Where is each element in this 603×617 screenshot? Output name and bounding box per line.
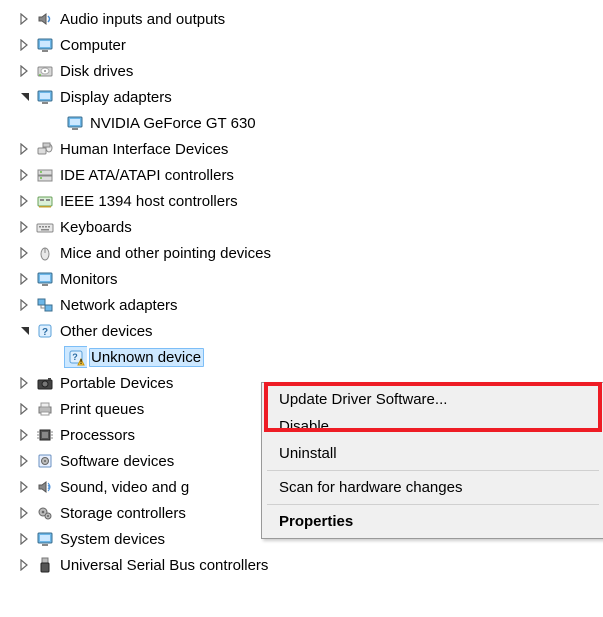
tree-label: NVIDIA GeForce GT 630 [88,114,259,133]
network-icon [34,295,56,315]
menu-separator [267,470,599,471]
menu-disable[interactable]: Disable [265,413,601,440]
display-adapter-icon [34,87,56,107]
mouse-icon [34,243,56,263]
menu-label: Scan for hardware changes [279,479,462,496]
processor-icon [34,425,56,445]
tree-label: IDE ATA/ATAPI controllers [58,166,237,185]
tree-label: Unknown device [89,348,204,367]
expand-icon[interactable] [18,38,32,52]
expand-icon[interactable] [18,298,32,312]
expand-icon[interactable] [18,402,32,416]
ide-icon [34,165,56,185]
tree-item-disk[interactable]: Disk drives [0,58,603,84]
context-menu[interactable]: Update Driver Software... Disable Uninst… [261,382,603,539]
tree-item-computer[interactable]: Computer [0,32,603,58]
tree-label: Monitors [58,270,121,289]
tree-item-nvidia[interactable]: NVIDIA GeForce GT 630 [0,110,603,136]
menu-separator [267,504,599,505]
tree-label: Mice and other pointing devices [58,244,274,263]
expand-icon[interactable] [18,12,32,26]
monitor-icon [34,269,56,289]
tree-item-keyboards[interactable]: Keyboards [0,214,603,240]
expand-icon[interactable] [18,480,32,494]
tree-label: Storage controllers [58,504,189,523]
printer-icon [34,399,56,419]
expand-icon[interactable] [18,220,32,234]
tree-label: Universal Serial Bus controllers [58,556,271,575]
menu-label: Disable [279,418,329,435]
tree-label: Keyboards [58,218,135,237]
expand-icon[interactable] [18,376,32,390]
usb-icon [34,555,56,575]
tree-label: Processors [58,426,138,445]
system-device-icon [34,529,56,549]
tree-label: IEEE 1394 host controllers [58,192,241,211]
menu-scan-hardware[interactable]: Scan for hardware changes [265,474,601,501]
hid-icon [34,139,56,159]
expand-icon[interactable] [18,64,32,78]
menu-uninstall[interactable]: Uninstall [265,440,601,467]
display-adapter-icon [64,113,86,133]
menu-label: Properties [279,513,353,530]
tree-label: Audio inputs and outputs [58,10,228,29]
tree-label: Portable Devices [58,374,176,393]
tree-item-unknown-device[interactable]: Unknown device [0,344,603,370]
camera-icon [34,373,56,393]
expand-icon[interactable] [18,168,32,182]
tree-item-other[interactable]: Other devices [0,318,603,344]
speaker-icon [34,9,56,29]
collapse-icon[interactable] [18,90,32,104]
tree-label: Display adapters [58,88,175,107]
tree-item-network[interactable]: Network adapters [0,292,603,318]
expand-icon[interactable] [18,142,32,156]
tree-label: Other devices [58,322,156,341]
menu-properties[interactable]: Properties [265,508,601,535]
expand-icon[interactable] [18,428,32,442]
tree-item-monitors[interactable]: Monitors [0,266,603,292]
menu-label: Uninstall [279,445,337,462]
tree-item-audio[interactable]: Audio inputs and outputs [0,6,603,32]
expand-icon[interactable] [18,246,32,260]
tree-item-usb[interactable]: Universal Serial Bus controllers [0,552,603,578]
expand-icon[interactable] [18,454,32,468]
computer-icon [34,35,56,55]
menu-label: Update Driver Software... [279,391,447,408]
tree-label: Network adapters [58,296,181,315]
tree-item-display[interactable]: Display adapters [0,84,603,110]
expand-icon[interactable] [18,506,32,520]
tree-item-ide[interactable]: IDE ATA/ATAPI controllers [0,162,603,188]
tree-label: Human Interface Devices [58,140,231,159]
tree-label: System devices [58,530,168,549]
disk-icon [34,61,56,81]
sound-icon [34,477,56,497]
tree-item-hid[interactable]: Human Interface Devices [0,136,603,162]
expand-icon[interactable] [18,558,32,572]
collapse-icon[interactable] [18,324,32,338]
tree-label: Disk drives [58,62,136,81]
software-device-icon [34,451,56,471]
unknown-device-warning-icon [64,346,87,368]
tree-item-ieee1394[interactable]: IEEE 1394 host controllers [0,188,603,214]
expand-icon[interactable] [18,272,32,286]
keyboard-icon [34,217,56,237]
expand-icon[interactable] [18,532,32,546]
tree-label: Sound, video and g [58,478,192,497]
tree-label: Print queues [58,400,147,419]
tree-label: Software devices [58,452,177,471]
menu-update-driver[interactable]: Update Driver Software... [265,386,601,413]
other-devices-icon [34,321,56,341]
tree-item-mice[interactable]: Mice and other pointing devices [0,240,603,266]
tree-label: Computer [58,36,129,55]
storage-icon [34,503,56,523]
ieee1394-icon [34,191,56,211]
expand-icon[interactable] [18,194,32,208]
